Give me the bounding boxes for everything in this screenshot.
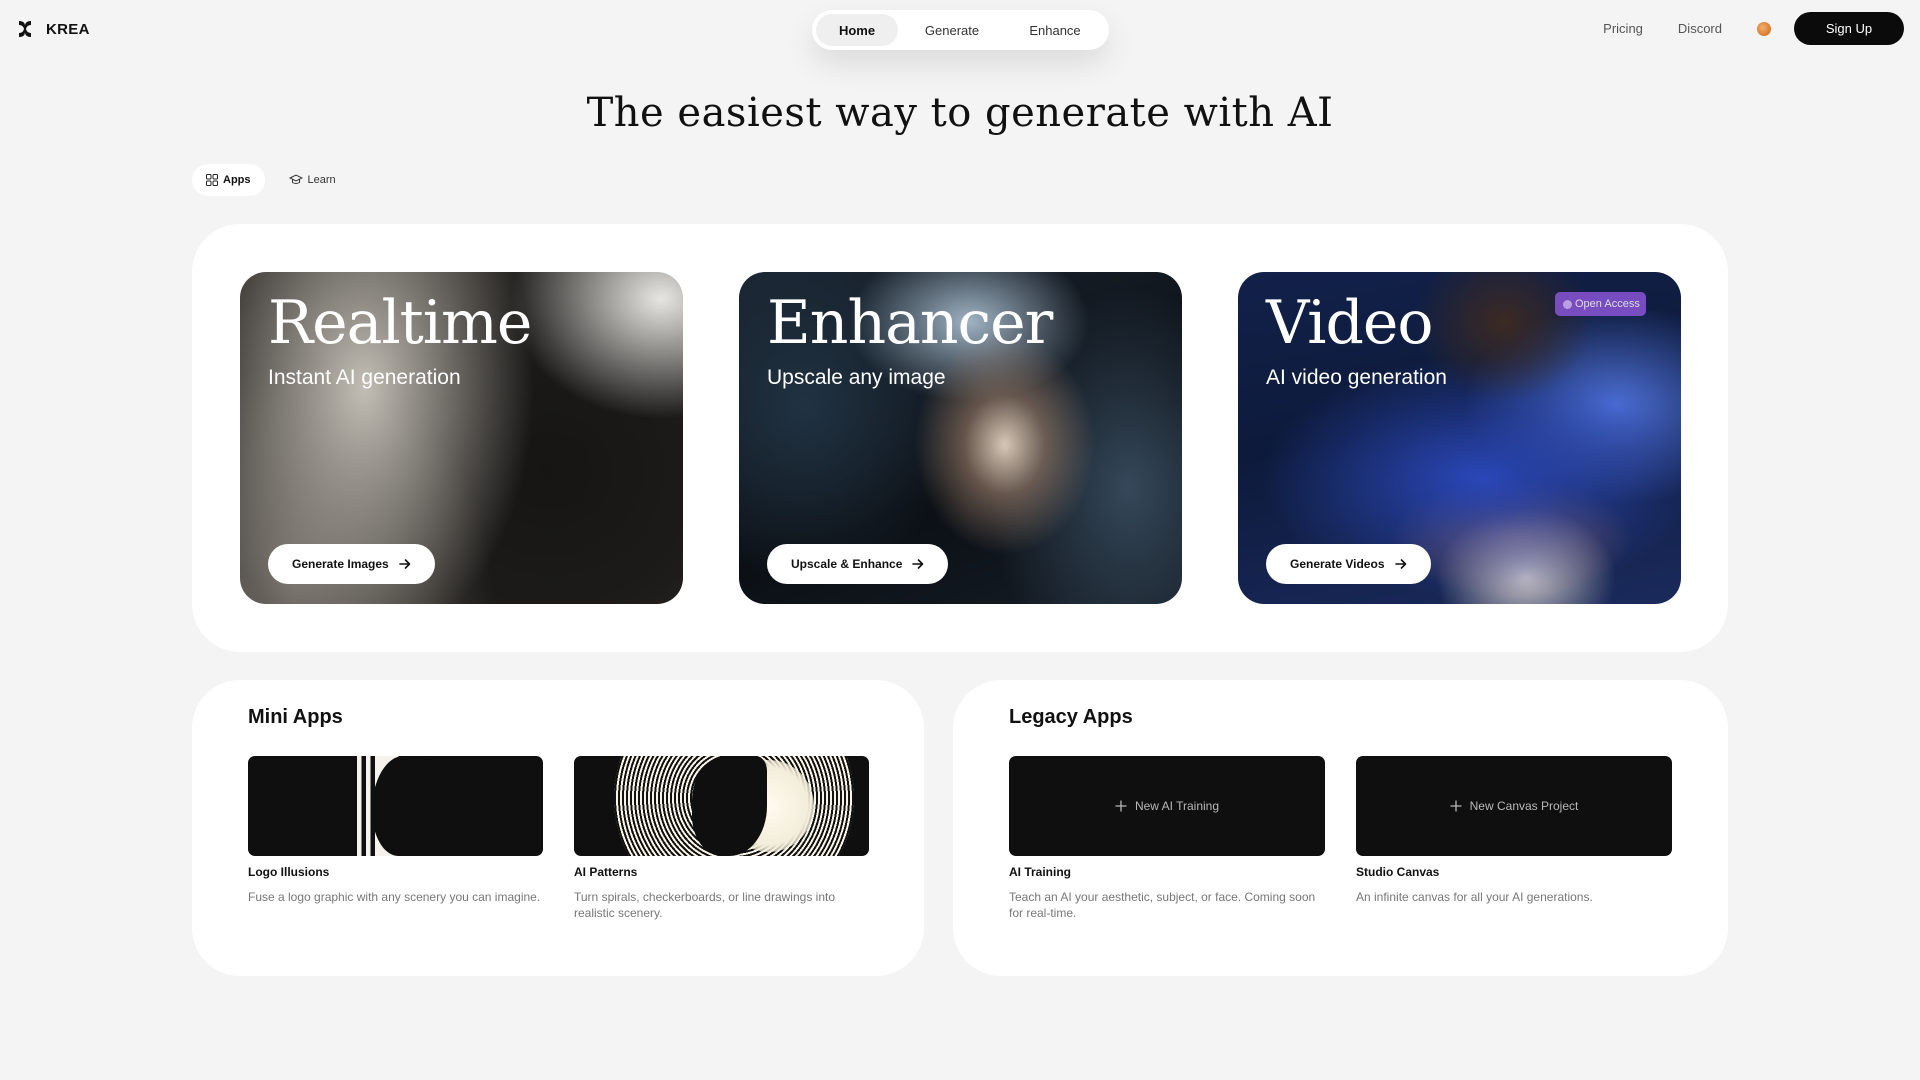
section-tabs: Apps Learn (192, 164, 350, 196)
badge-dot-icon (1563, 299, 1572, 309)
graduation-cap-icon (288, 174, 303, 184)
discord-link[interactable]: Discord (1678, 21, 1722, 36)
enhancer-card[interactable]: Enhancer Upscale any image Upscale & Enh… (739, 272, 1182, 604)
brand-name: KREA (46, 20, 90, 38)
logo-illusions-card[interactable]: Logo Illusions Fuse a logo graphic with … (248, 756, 543, 905)
generate-videos-label: Generate Videos (1290, 557, 1385, 571)
new-ai-training-button[interactable]: New AI Training (1009, 756, 1325, 856)
tab-apps[interactable]: Apps (192, 164, 265, 196)
status-orb-icon[interactable] (1757, 21, 1771, 36)
new-canvas-project-action: New Canvas Project (1356, 756, 1672, 856)
tab-learn[interactable]: Learn (275, 164, 350, 196)
plus-icon (1115, 800, 1127, 812)
realtime-card[interactable]: Realtime Instant AI generation Generate … (240, 272, 683, 604)
video-title: Video (1266, 288, 1434, 358)
ai-patterns-thumbnail (574, 756, 869, 856)
logo-illusions-desc: Fuse a logo graphic with any scenery you… (248, 890, 541, 904)
tab-learn-label: Learn (307, 174, 336, 186)
mini-apps-title: Mini Apps (248, 706, 343, 728)
upscale-enhance-button[interactable]: Upscale & Enhance (767, 544, 949, 584)
video-subtitle: AI video generation (1266, 366, 1447, 389)
ai-training-card[interactable]: New AI Training AI Training Teach an AI … (1009, 756, 1325, 921)
ai-patterns-desc: Turn spirals, checkerboards, or line dra… (574, 890, 836, 920)
sign-up-button[interactable]: Sign Up (1794, 12, 1904, 45)
arrow-right-icon (398, 559, 411, 569)
ai-patterns-name: AI Patterns (574, 865, 638, 879)
ai-training-name: AI Training (1009, 865, 1072, 879)
generate-images-label: Generate Images (292, 557, 389, 571)
tab-home[interactable]: Home (816, 14, 898, 46)
profile-silhouette-icon (692, 756, 767, 856)
tab-generate[interactable]: Generate (898, 14, 1006, 46)
open-access-label: Open Access (1575, 298, 1640, 310)
logo-illusions-thumbnail (248, 756, 543, 856)
generate-images-button[interactable]: Generate Images (268, 544, 435, 584)
mini-apps-panel: Mini Apps Logo Illusions Fuse a logo gra… (192, 680, 924, 976)
open-access-badge: Open Access (1555, 292, 1646, 316)
studio-canvas-card[interactable]: New Canvas Project Studio Canvas An infi… (1356, 756, 1672, 905)
generate-videos-button[interactable]: Generate Videos (1266, 544, 1431, 584)
pricing-link[interactable]: Pricing (1603, 21, 1643, 36)
tab-enhance[interactable]: Enhance (1006, 14, 1104, 46)
legacy-apps-title: Legacy Apps (1009, 706, 1133, 728)
arrow-right-icon (912, 559, 924, 569)
video-card[interactable]: Video AI video generation Open Access Ge… (1238, 272, 1681, 604)
logo-illusions-name: Logo Illusions (248, 865, 330, 879)
ai-training-desc: Teach an AI your aesthetic, subject, or … (1009, 890, 1316, 920)
new-canvas-project-label: New Canvas Project (1469, 799, 1579, 813)
brand-logo[interactable]: KREA (18, 20, 90, 38)
page-title: The easiest way to generate with AI (586, 90, 1334, 136)
krea-logo-icon (19, 21, 31, 37)
realtime-subtitle: Instant AI generation (268, 366, 461, 389)
plus-icon (1450, 800, 1462, 812)
studio-canvas-desc: An infinite canvas for all your AI gener… (1356, 890, 1593, 904)
top-bar: KREA Home Generate Enhance Pricing Disco… (0, 0, 1920, 60)
account-nav: Pricing Discord Sign Up (1603, 12, 1904, 45)
new-ai-training-label: New AI Training (1134, 799, 1220, 813)
profile-silhouette-icon (372, 756, 430, 856)
main-nav: Home Generate Enhance (812, 10, 1109, 50)
studio-canvas-name: Studio Canvas (1356, 865, 1440, 879)
legacy-apps-panel: Legacy Apps New AI Training AI Training … (953, 680, 1728, 976)
arrow-right-icon (1394, 559, 1406, 569)
featured-apps-panel: Realtime Instant AI generation Generate … (192, 224, 1728, 652)
new-ai-training-action: New AI Training (1009, 756, 1325, 856)
tab-apps-label: Apps (223, 174, 251, 186)
new-canvas-project-button[interactable]: New Canvas Project (1356, 756, 1672, 856)
realtime-title: Realtime (268, 288, 532, 358)
enhancer-subtitle: Upscale any image (767, 366, 946, 389)
ai-patterns-card[interactable]: AI Patterns Turn spirals, checkerboards,… (574, 756, 869, 921)
enhancer-title: Enhancer (767, 288, 1053, 358)
grid-icon (206, 174, 218, 186)
upscale-enhance-label: Upscale & Enhance (791, 557, 903, 571)
